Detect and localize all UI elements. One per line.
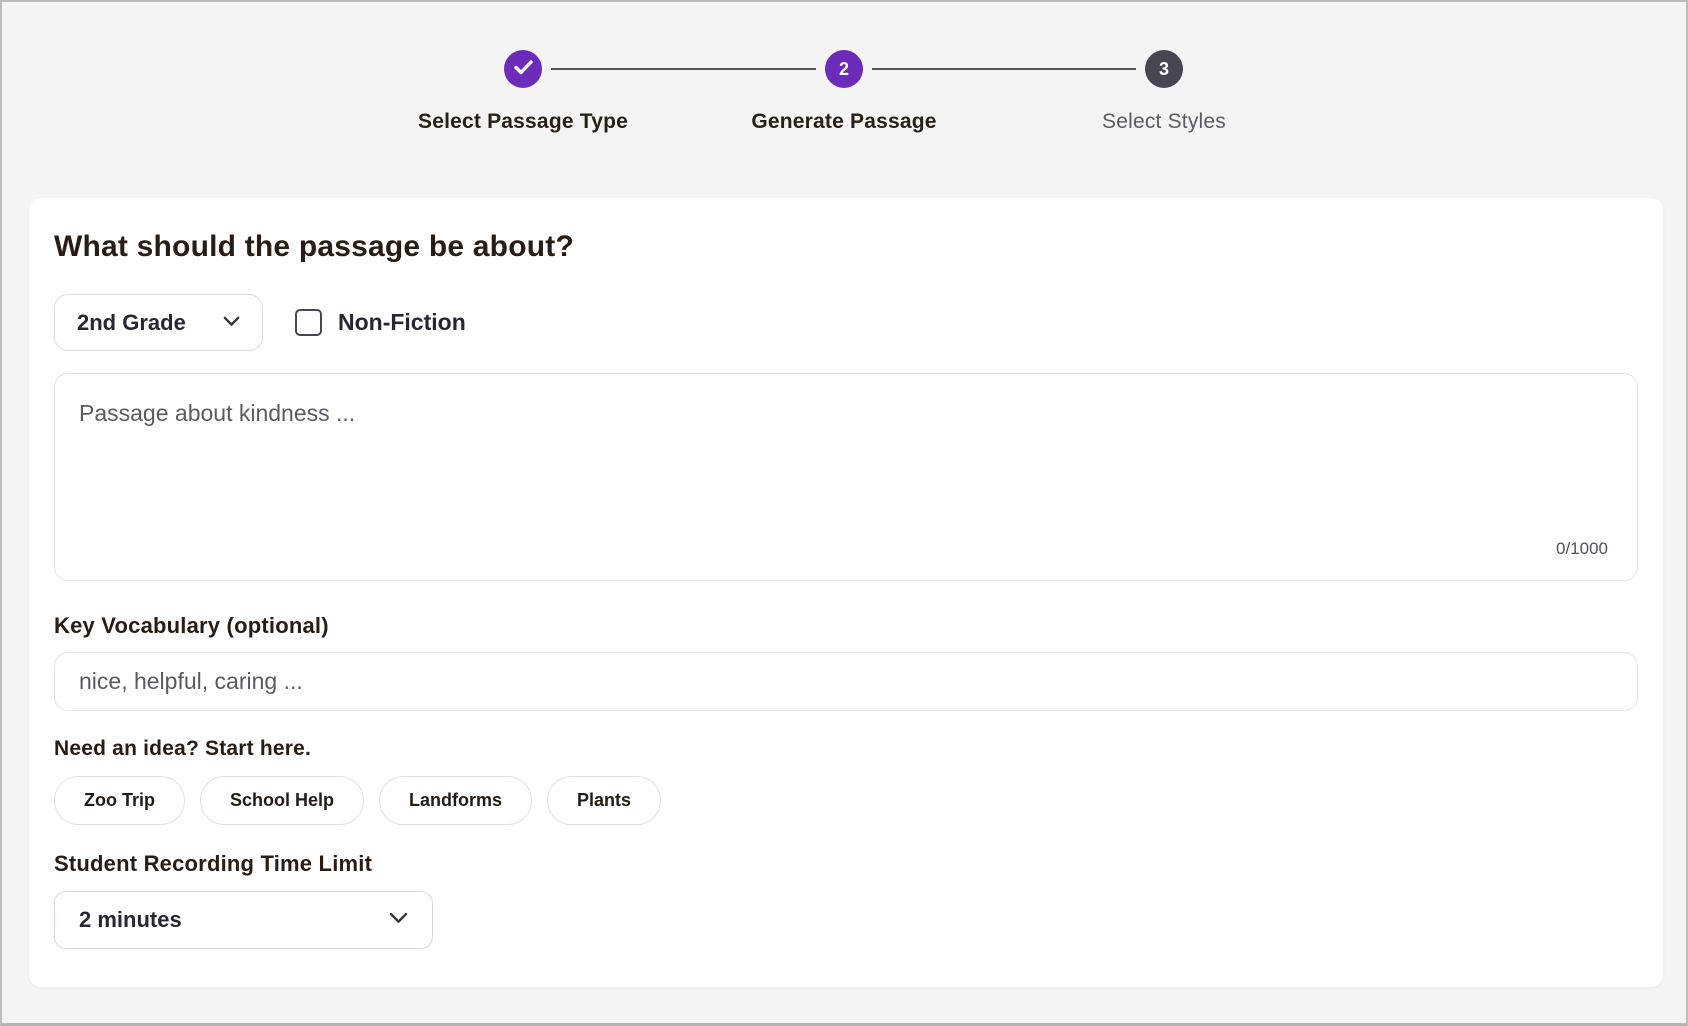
- idea-prompt-label: Need an idea? Start here.: [54, 737, 1638, 761]
- generate-passage-card: What should the passage be about? 2nd Gr…: [29, 198, 1663, 987]
- grade-and-type-row: 2nd Grade Non-Fiction: [54, 294, 1638, 351]
- grade-level-value: 2nd Grade: [77, 310, 186, 336]
- idea-pill-landforms[interactable]: Landforms: [379, 776, 532, 825]
- step-3-number: 3: [1159, 59, 1169, 80]
- generate-passage-page: { "colors": { "accent_purple": "#6d2bb9"…: [0, 0, 1688, 1026]
- time-limit-label: Student Recording Time Limit: [54, 851, 1638, 877]
- idea-pill-school-help[interactable]: School Help: [200, 776, 364, 825]
- chevron-down-icon: [389, 911, 408, 929]
- page-title: What should the passage be about?: [54, 230, 1638, 264]
- key-vocabulary-input[interactable]: [54, 652, 1638, 711]
- step-connector: [551, 68, 816, 70]
- step-2-number: 2: [839, 59, 849, 80]
- nonfiction-checkbox-row[interactable]: Non-Fiction: [295, 309, 466, 336]
- nonfiction-checkbox-label: Non-Fiction: [338, 309, 466, 336]
- step-2-indicator[interactable]: 2: [825, 50, 863, 88]
- idea-pill-plants[interactable]: Plants: [547, 776, 661, 825]
- passage-prompt-textarea[interactable]: [54, 373, 1638, 581]
- chevron-down-icon: [223, 314, 240, 332]
- grade-level-select[interactable]: 2nd Grade: [54, 294, 263, 351]
- passage-prompt-field-wrap: 0/1000: [54, 373, 1638, 581]
- time-limit-select[interactable]: 2 minutes: [54, 891, 433, 949]
- key-vocabulary-label: Key Vocabulary (optional): [54, 613, 1638, 639]
- step-1-label[interactable]: Select Passage Type: [418, 110, 628, 134]
- check-icon: [514, 59, 533, 80]
- step-3-indicator[interactable]: 3: [1145, 50, 1183, 88]
- step-2-label[interactable]: Generate Passage: [751, 110, 936, 134]
- progress-stepper: 2 3 Select Passage Type Generate Passage…: [2, 2, 1686, 162]
- nonfiction-checkbox[interactable]: [295, 309, 322, 336]
- idea-suggestions: Zoo Trip School Help Landforms Plants: [54, 776, 1638, 825]
- step-3-label[interactable]: Select Styles: [1102, 110, 1226, 134]
- step-1-indicator[interactable]: [504, 50, 542, 88]
- time-limit-value: 2 minutes: [79, 907, 182, 933]
- idea-pill-zoo-trip[interactable]: Zoo Trip: [54, 776, 185, 825]
- step-connector: [872, 68, 1136, 70]
- character-counter: 0/1000: [1556, 539, 1608, 559]
